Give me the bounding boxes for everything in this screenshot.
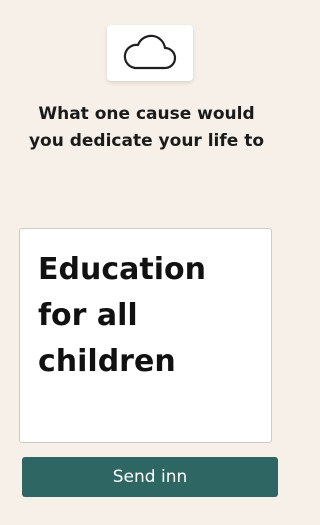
answer-input[interactable]: Education for all children — [19, 228, 272, 443]
answer-text: Education for all children — [38, 252, 206, 379]
cloud-icon — [123, 34, 177, 70]
question-text: What one cause would you dedicate your l… — [28, 104, 265, 151]
cloud-icon-card — [107, 25, 193, 81]
send-button[interactable]: Send inn — [22, 457, 278, 497]
